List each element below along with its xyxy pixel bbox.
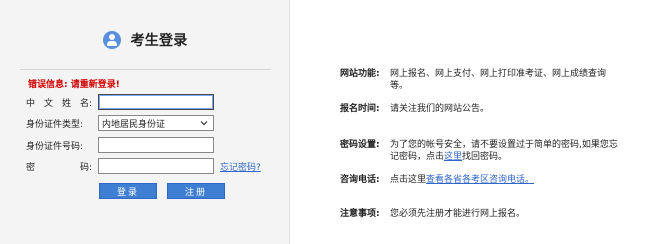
id-type-row: 身份证件类型: 内地居民身份证 <box>26 115 286 131</box>
info-panel: 网站功能: 网上报名、网上支付、网上打印准考证、网上成绩查询等。 报名时间: 请… <box>290 0 645 244</box>
info-row-consultation-phone: 咨询电话: 点击这里查看各省各考区咨询电话。 <box>340 174 645 186</box>
chevron-down-icon <box>200 121 208 126</box>
name-label: 中 文 姓 名: <box>26 96 92 109</box>
id-type-label: 身份证件类型: <box>26 119 84 130</box>
password-label-char: 密 <box>26 162 36 173</box>
name-label-char: 文 <box>43 98 53 109</box>
recover-password-link[interactable]: 这里 <box>444 152 462 162</box>
button-row: 登录 注册 <box>99 183 225 199</box>
password-label-char: 码: <box>79 162 92 173</box>
name-label-char: 姓 <box>61 98 71 109</box>
info-text-after: 找回密码。 <box>462 152 508 162</box>
login-button[interactable]: 登录 <box>99 183 157 199</box>
error-message: 错误信息: 请重新登录! <box>28 80 120 90</box>
info-label: 报名时间: <box>340 104 380 114</box>
info-row-notes: 注意事项: 您必须先注册才能进行网上报名。 <box>340 208 645 220</box>
info-row-website-functions: 网站功能: 网上报名、网上支付、网上打印准考证、网上成绩查询等。 <box>340 68 645 92</box>
info-row-password-settings: 密码设置: 为了您的帐号安全，请不要设置过于简单的密码,如果您忘记密码，点击这里… <box>340 139 645 163</box>
info-label: 咨询电话: <box>340 175 380 185</box>
id-type-selected: 内地居民身份证 <box>102 119 166 130</box>
info-label: 密码设置: <box>340 140 380 150</box>
id-number-label: 身份证件号码: <box>26 141 84 152</box>
info-text: 网上报名、网上支付、网上打印准考证、网上成绩查询等。 <box>390 69 607 91</box>
name-label-char: 名: <box>79 98 92 109</box>
forgot-password-link[interactable]: 忘记密码? <box>220 160 261 173</box>
info-text-before: 点击这里 <box>390 175 427 185</box>
password-input[interactable] <box>98 158 214 174</box>
login-panel: 考生登录 错误信息: 请重新登录! 中 文 姓 名: 身份证件类型: 内地居民身… <box>0 0 290 244</box>
register-button[interactable]: 注册 <box>167 183 225 199</box>
id-number-row: 身份证件号码: <box>26 137 286 153</box>
name-input[interactable] <box>98 94 214 110</box>
login-header: 考生登录 <box>0 26 290 54</box>
name-label-char: 中 <box>26 98 36 109</box>
info-text: 请关注我们的网站公告。 <box>390 104 490 114</box>
avatar-body-shape <box>106 41 117 46</box>
password-label: 密 码: <box>26 160 92 173</box>
page-root: 考生登录 错误信息: 请重新登录! 中 文 姓 名: 身份证件类型: 内地居民身… <box>0 0 645 244</box>
consultation-phones-link[interactable]: 查看各省各考区咨询电话。 <box>426 175 534 185</box>
info-text: 点击这里查看各省各考区咨询电话。 <box>390 174 620 186</box>
info-label: 网站功能: <box>340 69 380 79</box>
password-row: 密 码: 忘记密码? <box>26 158 286 174</box>
id-type-select[interactable]: 内地居民身份证 <box>98 115 214 131</box>
info-label: 注意事项: <box>340 209 380 219</box>
avatar-head-shape <box>108 34 115 40</box>
login-divider <box>20 69 271 70</box>
user-avatar-icon <box>102 31 121 49</box>
info-text: 您必须先注册才能进行网上报名。 <box>390 209 526 219</box>
name-row: 中 文 姓 名: <box>26 94 286 110</box>
id-number-input[interactable] <box>98 137 214 153</box>
login-title: 考生登录 <box>130 33 188 49</box>
info-row-registration-time: 报名时间: 请关注我们的网站公告。 <box>340 103 645 115</box>
info-text: 为了您的帐号安全，请不要设置过于简单的密码,如果您忘记密码，点击这里找回密码。 <box>390 139 620 163</box>
